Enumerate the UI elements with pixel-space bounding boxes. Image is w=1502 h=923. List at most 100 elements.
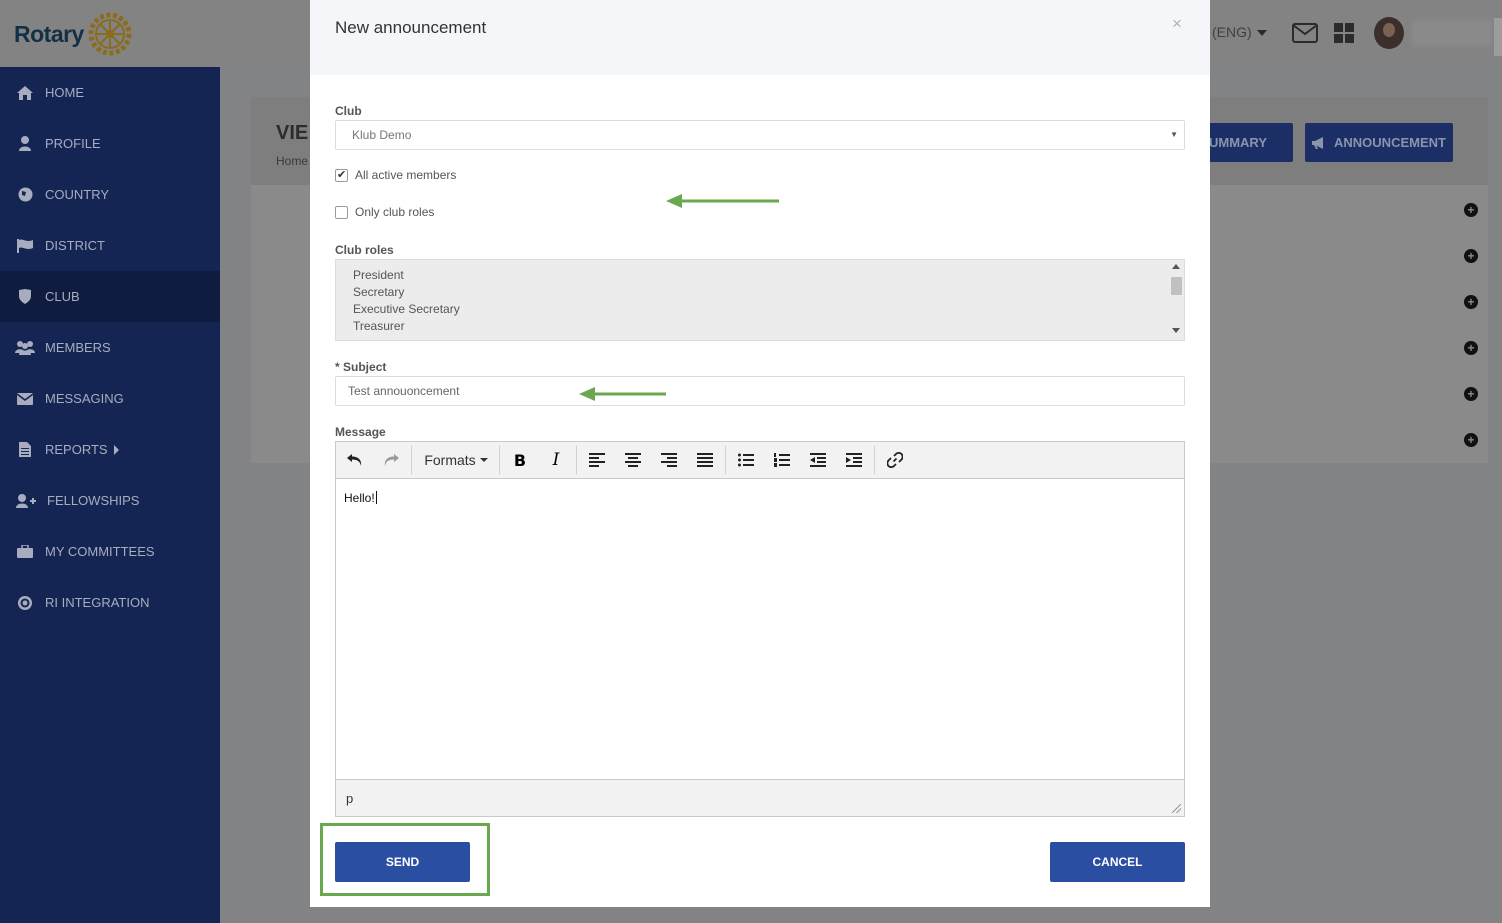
sidebar-item-fellowships[interactable]: FELLOWSHIPS (0, 475, 220, 526)
sidebar-item-label: DISTRICT (45, 238, 105, 253)
sidebar-item-district[interactable]: DISTRICT (0, 220, 220, 271)
sidebar-item-my-committees[interactable]: MY COMMITTEES (0, 526, 220, 577)
sidebar-item-messaging[interactable]: MESSAGING (0, 373, 220, 424)
sidebar-item-label: HOME (45, 85, 84, 100)
user-plus-icon (15, 493, 37, 509)
subject-label-text: Subject (343, 360, 387, 374)
sidebar-item-label: COUNTRY (45, 187, 110, 202)
bold-icon[interactable]: B (507, 446, 533, 474)
subject-input[interactable] (335, 376, 1185, 406)
only-club-roles-checkbox[interactable] (335, 205, 348, 219)
club-roles-listbox[interactable]: President Secretary Executive Secretary … (335, 259, 1185, 341)
club-select[interactable]: Klub Demo ▼ (335, 120, 1185, 150)
formats-label: Formats (424, 452, 476, 468)
breadcrumb[interactable]: Home (276, 154, 308, 168)
sidebar-item-profile[interactable]: PROFILE (0, 118, 220, 169)
sidebar-item-ri-integration[interactable]: RI INTEGRATION (0, 577, 220, 628)
user-name-redacted (1412, 20, 1492, 46)
club-role-option[interactable]: President (336, 267, 1184, 284)
avatar[interactable] (1374, 17, 1404, 49)
sidebar-item-label: REPORTS (45, 442, 108, 457)
flag-icon (15, 238, 35, 254)
sidebar-item-club[interactable]: CLUB (0, 271, 220, 322)
summary-button-label: SUMMARY (1200, 135, 1267, 150)
bullet-list-icon[interactable] (733, 446, 759, 474)
expand-plus-icon[interactable]: + (1464, 433, 1478, 447)
rotary-wheel-icon (88, 12, 132, 56)
formats-dropdown[interactable]: Formats (420, 446, 492, 474)
apps-grid-icon[interactable] (1334, 23, 1354, 43)
briefcase-icon (15, 544, 35, 560)
sidebar-item-label: RI INTEGRATION (45, 595, 150, 610)
all-active-members-option[interactable]: All active members (335, 168, 456, 182)
envelope-icon (15, 391, 35, 407)
page-title: VIE (276, 122, 309, 144)
link-icon[interactable] (882, 446, 908, 474)
message-text: Hello! (344, 491, 375, 505)
scroll-up-icon[interactable] (1172, 264, 1180, 269)
sidebar-item-members[interactable]: MEMBERS (0, 322, 220, 373)
element-path[interactable]: p (346, 791, 353, 806)
chevron-right-icon (113, 444, 119, 455)
club-role-option[interactable]: Executive Secretary (336, 301, 1184, 318)
club-role-option[interactable]: Secretary (336, 284, 1184, 301)
megaphone-icon (1312, 136, 1324, 149)
sidebar: HOME PROFILE COUNTRY DISTRICT CLUB MEMBE… (0, 67, 220, 923)
club-label: Club (335, 104, 362, 118)
sidebar-item-label: FELLOWSHIPS (47, 493, 140, 508)
align-justify-icon[interactable] (692, 446, 718, 474)
only-club-roles-option[interactable]: Only club roles (335, 205, 434, 219)
all-active-members-label: All active members (355, 168, 457, 182)
chevron-down-icon[interactable] (1257, 30, 1267, 36)
new-announcement-modal: New announcement × Club Klub Demo ▼ All … (310, 0, 1210, 907)
scroll-thumb[interactable] (1171, 277, 1182, 295)
club-select-value: Klub Demo (352, 128, 412, 142)
redo-icon[interactable] (378, 446, 404, 474)
expand-plus-icon[interactable]: + (1464, 249, 1478, 263)
expand-plus-icon[interactable]: + (1464, 295, 1478, 309)
editor-toolbar: Formats B I (336, 442, 1184, 479)
expand-plus-icon[interactable]: + (1464, 203, 1478, 217)
undo-icon[interactable] (342, 446, 368, 474)
close-icon[interactable]: × (1172, 14, 1182, 34)
italic-icon[interactable]: I (543, 446, 569, 474)
announcement-button[interactable]: ANNOUNCEMENT (1305, 123, 1453, 162)
target-icon (15, 595, 35, 611)
cancel-button[interactable]: CANCEL (1050, 842, 1185, 882)
sidebar-item-label: MEMBERS (45, 340, 111, 355)
club-role-option[interactable]: Treasurer (336, 318, 1184, 335)
required-marker: * (335, 360, 340, 374)
indent-icon[interactable] (841, 446, 867, 474)
listbox-scrollbar[interactable] (1168, 260, 1184, 340)
expand-plus-icon[interactable]: + (1464, 341, 1478, 355)
text-cursor (375, 491, 377, 504)
rotary-logo[interactable]: Rotary (14, 12, 132, 56)
users-icon (15, 340, 35, 356)
resize-handle-icon[interactable] (1172, 804, 1181, 813)
message-body[interactable]: Hello! (336, 479, 1184, 779)
expand-plus-icon[interactable]: + (1464, 387, 1478, 401)
align-right-icon[interactable] (656, 446, 682, 474)
sidebar-item-country[interactable]: COUNTRY (0, 169, 220, 220)
logo-text: Rotary (14, 20, 84, 47)
toolbar-separator (725, 446, 726, 474)
numbered-list-icon[interactable] (769, 446, 795, 474)
sidebar-item-home[interactable]: HOME (0, 67, 220, 118)
arrow-left-icon (579, 387, 666, 401)
modal-header: New announcement × (310, 0, 1210, 75)
scroll-edge (1494, 18, 1502, 56)
send-highlight-box (320, 823, 490, 896)
sidebar-item-reports[interactable]: REPORTS (0, 424, 220, 475)
shield-icon (15, 289, 35, 305)
rich-text-editor: Formats B I Hello! p (335, 441, 1185, 817)
mail-icon[interactable] (1292, 23, 1318, 43)
align-center-icon[interactable] (620, 446, 646, 474)
outdent-icon[interactable] (805, 446, 831, 474)
toolbar-separator (411, 446, 412, 474)
align-left-icon[interactable] (584, 446, 610, 474)
scroll-down-icon[interactable] (1172, 328, 1180, 333)
language-selector[interactable]: (ENG) (1212, 24, 1252, 40)
modal-title: New announcement (335, 18, 487, 37)
arrow-left-icon (666, 194, 779, 208)
all-active-members-checkbox[interactable] (335, 168, 348, 182)
